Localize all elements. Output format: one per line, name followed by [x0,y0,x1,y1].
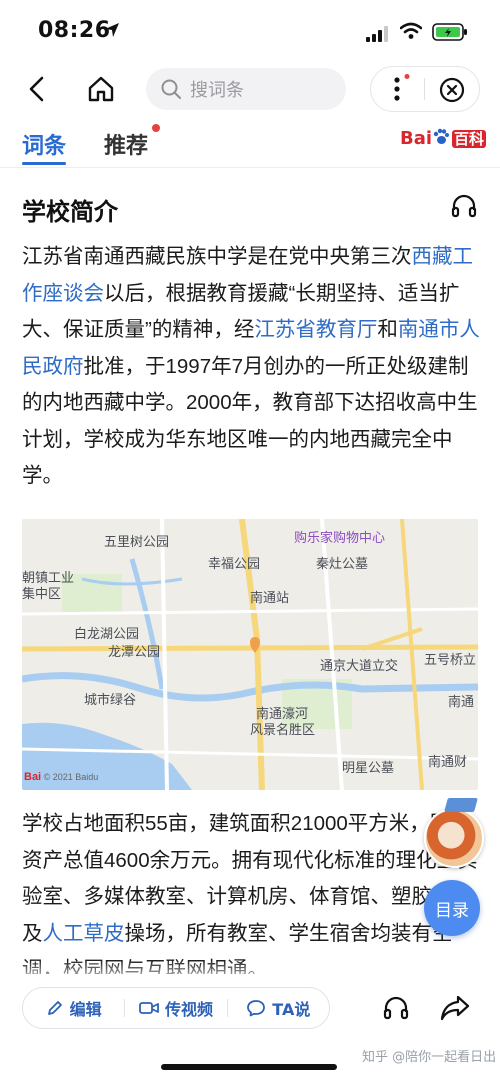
graduation-cap-icon [444,798,478,812]
map-label: 南通财 [428,754,468,769]
map-copyright-text: © 2021 Baidu [43,772,99,782]
map-copyright: Bai © 2021 Baidu [24,771,98,783]
recommend-badge-dot [152,124,160,132]
floating-avatar[interactable] [424,808,484,868]
baidu-baike-logo[interactable]: Bai 百科 [400,128,487,149]
map-label: 五号桥立 [424,652,477,667]
tab-entry[interactable]: 词条 [22,128,66,160]
intro-paragraph: 江苏省南通西藏民族中学是在党中央第三次西藏工作座谈会以后，根据教育援藏“长期坚持… [22,239,480,495]
ta-say-button[interactable]: TA说 [228,996,329,1020]
intro-text-3: 和 [377,318,398,341]
map-baidu-logo: Bai [24,771,42,783]
search-input[interactable]: 搜词条 [146,68,346,110]
video-label: 传视频 [164,1000,213,1019]
baike-badge: 百科 [452,130,487,148]
headphone-icon[interactable] [450,192,478,220]
map-label: 龙潭公园 [108,644,161,659]
map-label: 通京大道立交 [320,658,399,673]
wifi-icon [400,22,422,39]
toc-button[interactable]: 目录 [424,880,480,936]
action-capsule: 编辑 传视频 TA说 [22,987,330,1029]
close-circle-icon[interactable] [439,77,465,103]
section-title: 学校简介 [22,198,118,226]
ta-label: TA说 [272,1000,311,1019]
map-label: 白龙湖公园 [74,626,140,641]
video-camera-icon [139,1002,159,1014]
map-label: 幸福公园 [208,556,261,571]
location-arrow-icon [105,23,119,37]
chat-bubble-icon [247,1000,266,1017]
battery-icon [432,23,467,41]
edit-label: 编辑 [69,1000,102,1019]
search-placeholder: 搜词条 [190,80,244,101]
map-label: 明星公墓 [342,760,395,775]
baidu-logo-text: Bai [400,128,433,149]
map-label: 集中区 [22,586,62,601]
map-label: 南通站 [250,590,290,605]
listen-headphone-icon[interactable] [382,994,410,1022]
home-icon[interactable] [84,72,118,106]
intro-text-4: 批准，于1997年7月创办的一所正处级建制的内地西藏中学。2000年，教育部下达… [22,354,478,488]
back-arrow-icon[interactable] [22,72,56,106]
map-label: 购乐家购物中心 [294,530,386,545]
home-indicator [161,1064,337,1070]
zhihu-watermark: 知乎 @陪你一起看日出 [362,1050,497,1065]
edit-button[interactable]: 编辑 [23,996,124,1020]
tab-active-underline [22,162,66,165]
signal-icon [366,26,388,42]
search-icon [161,79,181,99]
tab-recommend[interactable]: 推荐 [104,128,148,160]
upload-video-button[interactable]: 传视频 [125,996,226,1020]
link-artificial-turf[interactable]: 人工草皮 [43,922,125,945]
map-label: 城市绿谷 [84,692,137,707]
location-map[interactable]: 五里树公园 购乐家购物中心 幸福公园 秦灶公墓 朝镇工业 集中区 南通站 白龙湖… [22,519,478,790]
map-label: 南通 [448,694,475,709]
paw-icon [433,128,450,144]
status-time: 08:26 [38,18,111,43]
map-label: 风景名胜区 [250,722,316,737]
pencil-icon [47,1001,62,1015]
more-dots-icon[interactable] [388,74,412,104]
tabbar-divider [0,167,500,168]
share-icon[interactable] [440,994,470,1022]
capsule-divider [424,78,425,100]
intro-text-1: 江苏省南通西藏民族中学是在党中央第三次 [22,245,412,268]
map-label: 秦灶公墓 [316,556,369,571]
link-jiangsu-education[interactable]: 江苏省教育厅 [254,318,377,341]
map-label: 五里树公园 [104,534,170,549]
